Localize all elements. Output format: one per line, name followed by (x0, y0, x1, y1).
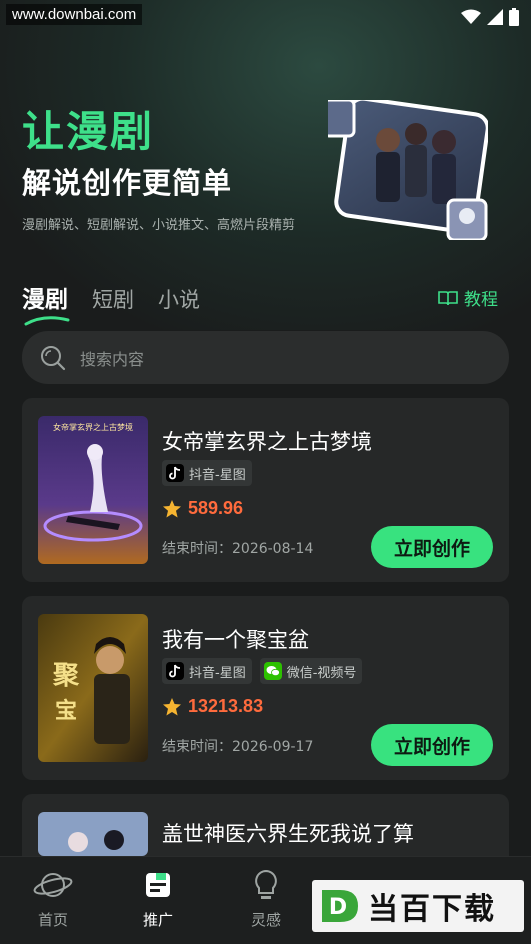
signal-icon (487, 9, 503, 25)
status-icons (461, 8, 519, 26)
hero-subtitle: 解说创作更简单 (22, 166, 233, 200)
planet-icon (33, 873, 73, 897)
watermark: www.downbai.com (6, 4, 143, 25)
download-logo-icon: D (322, 890, 358, 922)
platform-label: 抖音-星图 (189, 665, 246, 681)
end-time: 结束时间：2026-09-17 (162, 739, 314, 755)
card-title: 女帝掌玄界之上古梦境 (162, 430, 372, 454)
platform-tag: 抖音-星图 (162, 658, 252, 684)
nav-label: 灵感 (250, 911, 281, 929)
battery-icon (509, 8, 519, 26)
card-title: 盖世神医六界生死我说了算 (162, 822, 414, 846)
brand-watermark: D 当百下载 (312, 880, 524, 932)
reward: 13213.83 (162, 696, 263, 717)
search-icon (41, 345, 66, 370)
status-bar: www.downbai.com (0, 0, 531, 34)
cover-image (38, 812, 148, 856)
tiktok-icon (166, 464, 184, 482)
nav-home[interactable]: 首页 (18, 869, 88, 930)
tab-duanju[interactable]: 短剧 (92, 284, 134, 314)
card-title: 我有一个聚宝盆 (162, 628, 309, 652)
platform-label: 微信-视频号 (286, 665, 357, 681)
hero-description: 漫剧解说、短剧解说、小说推文、高燃片段精剪 (22, 218, 296, 233)
reward: 589.96 (162, 498, 243, 519)
search-bar[interactable]: 搜索内容 (22, 331, 509, 384)
tiktok-icon (166, 662, 184, 680)
lightbulb-icon (255, 869, 277, 899)
cover-title: 女帝掌玄界之上古梦境 (53, 422, 133, 432)
search-placeholder: 搜索内容 (80, 349, 145, 369)
platform-label: 抖音-星图 (189, 467, 246, 483)
hero-illustration (328, 100, 488, 240)
cover-image: 女帝掌玄界之上古梦境 (38, 416, 148, 564)
tab-manju[interactable]: 漫剧 (22, 280, 70, 326)
promote-icon (146, 873, 170, 897)
nav-promote[interactable]: 推广 (123, 869, 193, 930)
category-tabs: 漫剧 短剧 小说 (22, 280, 200, 326)
svg-text:D: D (329, 895, 347, 920)
tab-xiaoshuo[interactable]: 小说 (158, 284, 200, 314)
nav-label: 首页 (37, 911, 68, 929)
task-card[interactable]: 聚 宝 我有一个聚宝盆 抖音-星图 微信-视频号 13213.83 结束时间：2… (22, 596, 509, 780)
cover-title: 宝 (55, 698, 77, 724)
hero-title: 让漫剧 (22, 107, 155, 156)
tutorial-label: 教程 (464, 290, 498, 310)
brand-text: 当百下载 (368, 892, 496, 927)
platform-tags: 抖音-星图 (162, 460, 252, 486)
platform-tag: 微信-视频号 (259, 658, 363, 684)
reward-value: 13213.83 (188, 696, 264, 716)
cover-image: 聚 宝 (38, 614, 148, 762)
task-card[interactable]: 女帝掌玄界之上古梦境 女帝掌玄界之上古梦境 抖音-星图 589.96 结束时间：… (22, 398, 509, 582)
tutorial-link[interactable]: 教程 (438, 285, 498, 310)
tab-label: 漫剧 (22, 287, 68, 313)
tab-active-indicator (24, 316, 70, 326)
create-now-button[interactable]: 立即创作 (371, 526, 493, 568)
task-card[interactable]: 盖世神医六界生死我说了算 (22, 794, 509, 856)
reward-value: 589.96 (188, 498, 244, 518)
create-now-button[interactable]: 立即创作 (371, 724, 493, 766)
book-icon (438, 290, 458, 305)
star-icon (163, 697, 181, 715)
wechat-icon (263, 662, 282, 680)
wifi-icon (461, 9, 481, 24)
star-icon (163, 499, 181, 517)
platform-tags: 抖音-星图 微信-视频号 (162, 658, 363, 684)
end-time: 结束时间：2026-08-14 (162, 541, 314, 557)
nav-inspiration[interactable]: 灵感 (231, 869, 301, 930)
platform-tag: 抖音-星图 (162, 460, 252, 486)
nav-label: 推广 (142, 911, 173, 929)
cover-title: 聚 (52, 661, 80, 691)
